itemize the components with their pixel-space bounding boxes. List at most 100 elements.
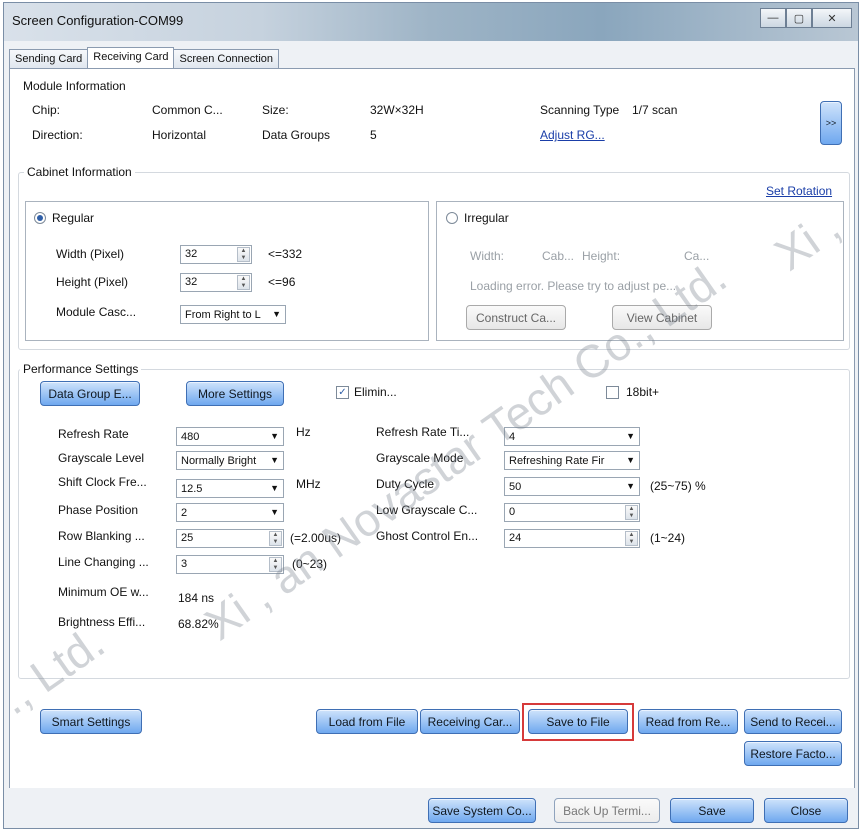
scanning-type-label: Scanning Type <box>540 103 620 117</box>
grayscale-mode-select[interactable]: Refreshing Rate Fir ▼ <box>504 451 640 470</box>
size-value: 32W×32H <box>370 103 424 117</box>
close-button[interactable]: Close <box>764 798 848 823</box>
chevron-down-icon: ▼ <box>270 483 279 493</box>
spin-arrows-icon[interactable]: ▲ ▼ <box>269 557 282 572</box>
irregular-error-text: Loading error. Please try to adjust pe..… <box>470 279 677 293</box>
line-changing-note: (0~23) <box>292 557 328 571</box>
row-blanking-note: (=2.00us) <box>290 531 342 545</box>
maximize-button[interactable]: ▢ <box>786 8 812 28</box>
highlight-box <box>522 703 634 741</box>
tab-receiving-card[interactable]: Receiving Card <box>87 47 175 69</box>
grayscale-mode-label: Grayscale Mode <box>376 451 464 465</box>
bit18-label: 18bit+ <box>626 385 660 399</box>
read-from-receiving-button[interactable]: Read from Re... <box>638 709 738 734</box>
irregular-cab-label: Cab... <box>542 249 575 263</box>
chevron-down-icon: ▼ <box>626 481 635 491</box>
height-value: 32 <box>185 276 198 288</box>
duty-cycle-label: Duty Cycle <box>376 477 435 491</box>
minimize-button[interactable]: — <box>760 8 786 28</box>
irregular-label: Irregular <box>464 211 509 225</box>
brightness-label: Brightness Effi... <box>58 615 146 629</box>
adjust-rg-link[interactable]: Adjust RG... <box>540 128 605 142</box>
irregular-width-label: Width: <box>470 249 505 263</box>
close-icon: ✕ <box>827 12 837 25</box>
save-button[interactable]: Save <box>670 798 754 823</box>
phase-value: 2 <box>181 507 188 519</box>
width-stepper[interactable]: 32 ▲ ▼ <box>180 245 252 264</box>
minimize-icon: — <box>767 12 779 24</box>
chevron-down-icon: ▼ <box>270 431 279 441</box>
min-oe-value: 184 ns <box>178 591 215 605</box>
line-changing-label: Line Changing ... <box>58 555 149 569</box>
more-settings-button[interactable]: More Settings <box>186 381 284 406</box>
grayscale-mode-value: Refreshing Rate Fir <box>509 455 605 467</box>
width-value: 32 <box>185 248 198 260</box>
chip-value: Common C... <box>152 103 223 117</box>
grayscale-level-value: Normally Bright <box>181 455 257 467</box>
low-grayscale-stepper[interactable]: 0 ▲ ▼ <box>504 503 640 522</box>
chip-label: Chip: <box>32 103 61 117</box>
refresh-ti-value: 4 <box>509 431 516 443</box>
data-group-button[interactable]: Data Group E... <box>40 381 140 406</box>
refresh-rate-value: 480 <box>181 431 200 443</box>
grayscale-level-label: Grayscale Level <box>58 451 145 465</box>
data-groups-value: 5 <box>370 128 377 142</box>
duty-cycle-value: 50 <box>509 481 522 493</box>
construct-cabinet-button[interactable]: Construct Ca... <box>466 305 566 330</box>
load-from-file-button[interactable]: Load from File <box>316 709 418 734</box>
tab-content: Module Information Chip: Common C... Siz… <box>9 68 855 801</box>
direction-value: Horizontal <box>152 128 207 142</box>
set-rotation-link[interactable]: Set Rotation <box>766 184 832 198</box>
smart-settings-button[interactable]: Smart Settings <box>40 709 142 734</box>
cabinet-info-title: Cabinet Information <box>24 165 135 179</box>
restore-factory-button[interactable]: Restore Facto... <box>744 741 842 766</box>
data-groups-label: Data Groups <box>262 128 331 142</box>
spin-arrows-icon[interactable]: ▲ ▼ <box>269 531 282 546</box>
width-limit: <=332 <box>268 247 303 261</box>
irregular-radio[interactable] <box>446 212 458 224</box>
window-title: Screen Configuration-COM99 <box>12 13 184 28</box>
spin-arrows-icon[interactable]: ▲ ▼ <box>237 275 250 290</box>
close-window-button[interactable]: ✕ <box>812 8 852 28</box>
save-system-config-button[interactable]: Save System Co... <box>428 798 536 823</box>
expand-module-button[interactable]: >> <box>820 101 842 145</box>
height-stepper[interactable]: 32 ▲ ▼ <box>180 273 252 292</box>
spin-arrows-icon[interactable]: ▲ ▼ <box>625 531 638 546</box>
height-label: Height (Pixel) <box>56 275 129 289</box>
tab-strip: Sending Card Receiving Card Screen Conne… <box>9 47 280 69</box>
refresh-rate-label: Refresh Rate <box>58 427 129 441</box>
row-blanking-stepper[interactable]: 25 ▲ ▼ <box>176 529 284 548</box>
line-changing-stepper[interactable]: 3 ▲ ▼ <box>176 555 284 574</box>
view-cabinet-button[interactable]: View Cabinet <box>612 305 712 330</box>
grayscale-level-select[interactable]: Normally Bright ▼ <box>176 451 284 470</box>
spin-arrows-icon[interactable]: ▲ ▼ <box>237 247 250 262</box>
scanning-type-value: 1/7 scan <box>632 103 678 117</box>
chevron-down-icon: ▼ <box>272 309 281 319</box>
cascade-select[interactable]: From Right to L ▼ <box>180 305 286 324</box>
bit18-checkbox[interactable] <box>606 386 619 399</box>
refresh-ti-label: Refresh Rate Ti... <box>376 425 470 439</box>
back-up-terminal-button[interactable]: Back Up Termi... <box>554 798 660 823</box>
spin-arrows-icon[interactable]: ▲ ▼ <box>625 505 638 520</box>
shift-clock-select[interactable]: 12.5 ▼ <box>176 479 284 498</box>
regular-radio[interactable] <box>34 212 46 224</box>
height-limit: <=96 <box>268 275 296 289</box>
ghost-control-value: 24 <box>509 532 522 544</box>
duty-cycle-select[interactable]: 50 ▼ <box>504 477 640 496</box>
send-to-receiving-button[interactable]: Send to Recei... <box>744 709 842 734</box>
duty-cycle-note: (25~75) % <box>650 479 706 493</box>
ghost-control-label: Ghost Control En... <box>376 529 479 543</box>
ghost-control-note: (1~24) <box>650 531 686 545</box>
ghost-control-stepper[interactable]: 24 ▲ ▼ <box>504 529 640 548</box>
tab-sending-card[interactable]: Sending Card <box>9 49 89 69</box>
phase-select[interactable]: 2 ▼ <box>176 503 284 522</box>
refresh-ti-select[interactable]: 4 ▼ <box>504 427 640 446</box>
receiving-card-button[interactable]: Receiving Car... <box>420 709 520 734</box>
chevron-down-icon: ▼ <box>626 455 635 465</box>
title-bar: Screen Configuration-COM99 — ▢ ✕ <box>4 3 858 41</box>
elimin-checkbox[interactable]: ✓ <box>336 386 349 399</box>
performance-group <box>18 369 850 679</box>
performance-title: Performance Settings <box>20 362 142 376</box>
refresh-rate-select[interactable]: 480 ▼ <box>176 427 284 446</box>
tab-screen-connection[interactable]: Screen Connection <box>173 49 280 69</box>
